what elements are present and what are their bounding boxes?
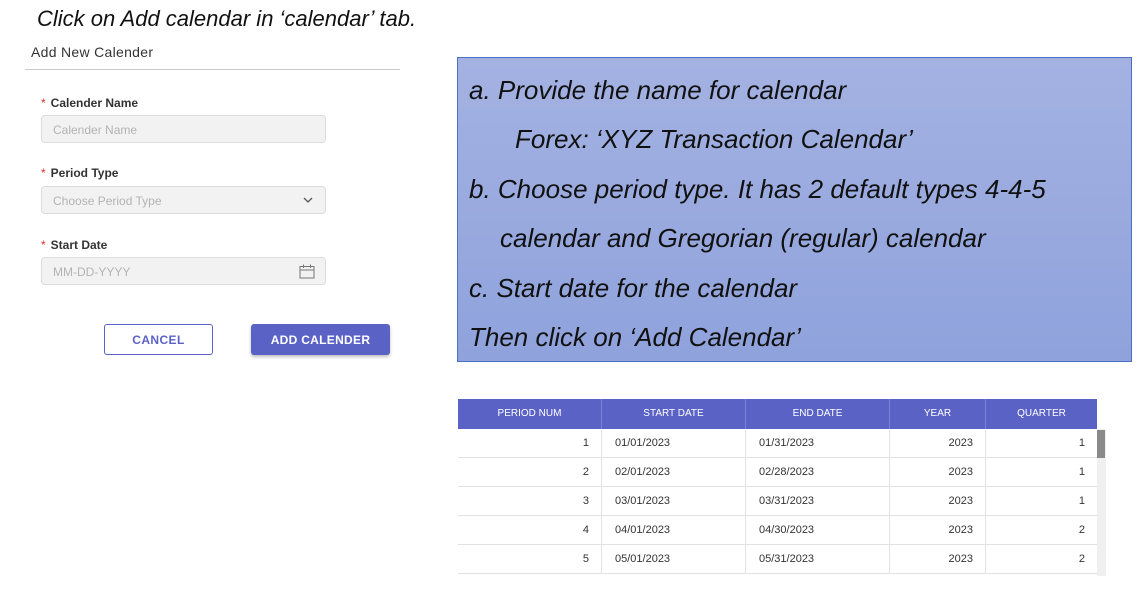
cell-quarter: 2: [1078, 524, 1085, 536]
info-line-b-cont: calendar and Gregorian (regular) calenda…: [500, 223, 986, 253]
table-row[interactable]: 3 03/01/2023 03/31/2023 2023 1: [458, 487, 1097, 516]
add-calender-button[interactable]: ADD CALENDER: [251, 324, 390, 355]
info-line-b: b. Choose period type. It has 2 default …: [469, 174, 1046, 204]
cell-end-date: 04/30/2023: [746, 516, 890, 545]
cell-year: 2023: [890, 516, 986, 545]
cell-end-date: 03/31/2023: [746, 487, 890, 516]
period-type-label: * Period Type: [41, 166, 118, 180]
period-table: PERIOD NUM START DATE END DATE YEAR QUAR…: [458, 399, 1106, 576]
cell-end-date: 01/31/2023: [746, 429, 890, 458]
period-type-placeholder: Choose Period Type: [53, 194, 162, 208]
column-header-start-date[interactable]: START DATE: [602, 399, 746, 429]
info-line-example: Forex: ‘XYZ Transaction Calendar’: [515, 124, 913, 154]
calendar-icon[interactable]: [299, 264, 315, 279]
table-row[interactable]: 5 05/01/2023 05/31/2023 2023 2: [458, 545, 1097, 574]
cell-quarter: 1: [1078, 466, 1085, 478]
info-line-a: a. Provide the name for calendar: [469, 75, 847, 105]
table-header: PERIOD NUM START DATE END DATE YEAR QUAR…: [458, 399, 1097, 429]
period-type-label-text: Period Type: [50, 166, 119, 180]
start-date-placeholder: MM-DD-YYYY: [53, 265, 131, 279]
cell-start-date: 01/01/2023: [602, 429, 746, 458]
instruction-panel: a. Provide the name for calendar Forex: …: [457, 57, 1132, 362]
cell-end-date: 02/28/2023: [746, 458, 890, 487]
dialog-title: Add New Calender: [31, 44, 154, 60]
cell-year: 2023: [890, 429, 986, 458]
table-scrollbar-thumb[interactable]: [1097, 430, 1105, 458]
info-line-c: c. Start date for the calendar: [469, 273, 798, 303]
cell-year: 2023: [890, 458, 986, 487]
cell-period-num: 1: [458, 429, 602, 458]
cancel-button[interactable]: CANCEL: [104, 324, 213, 355]
column-header-end-date[interactable]: END DATE: [746, 399, 890, 429]
required-mark: *: [41, 238, 46, 252]
cell-start-date: 05/01/2023: [602, 545, 746, 574]
calender-name-input[interactable]: Calender Name: [41, 115, 326, 143]
instruction-text: Click on Add calendar in ‘calendar’ tab.: [37, 6, 417, 31]
cell-quarter: 1: [1078, 495, 1085, 507]
cell-start-date: 03/01/2023: [602, 487, 746, 516]
calender-name-label-text: Calender Name: [50, 96, 139, 110]
table-row[interactable]: 1 01/01/2023 01/31/2023 2023 1: [458, 429, 1097, 458]
cell-period-num: 3: [458, 487, 602, 516]
cell-quarter: 1: [1078, 437, 1085, 449]
column-header-period-num[interactable]: PERIOD NUM: [458, 399, 602, 429]
table-row[interactable]: 2 02/01/2023 02/28/2023 2023 1: [458, 458, 1097, 487]
cell-period-num: 5: [458, 545, 602, 574]
info-line-then: Then click on ‘Add Calendar’: [469, 322, 801, 352]
calender-name-label: * Calender Name: [41, 96, 138, 110]
cell-quarter: 2: [1078, 553, 1085, 565]
chevron-down-icon: [303, 197, 313, 203]
column-header-quarter[interactable]: QUARTER: [986, 399, 1097, 429]
cell-year: 2023: [890, 545, 986, 574]
dialog-divider: [25, 69, 400, 70]
start-date-input[interactable]: MM-DD-YYYY: [41, 257, 326, 285]
cell-end-date: 05/31/2023: [746, 545, 890, 574]
cell-year: 2023: [890, 487, 986, 516]
start-date-label: * Start Date: [41, 238, 107, 252]
required-mark: *: [41, 96, 46, 110]
cell-period-num: 2: [458, 458, 602, 487]
required-mark: *: [41, 166, 46, 180]
cell-start-date: 04/01/2023: [602, 516, 746, 545]
table-row[interactable]: 4 04/01/2023 04/30/2023 2023 2: [458, 516, 1097, 545]
cell-start-date: 02/01/2023: [602, 458, 746, 487]
cell-period-num: 4: [458, 516, 602, 545]
column-header-year[interactable]: YEAR: [890, 399, 986, 429]
period-type-select[interactable]: Choose Period Type: [41, 186, 326, 214]
start-date-label-text: Start Date: [50, 238, 108, 252]
calender-name-placeholder: Calender Name: [53, 123, 138, 137]
